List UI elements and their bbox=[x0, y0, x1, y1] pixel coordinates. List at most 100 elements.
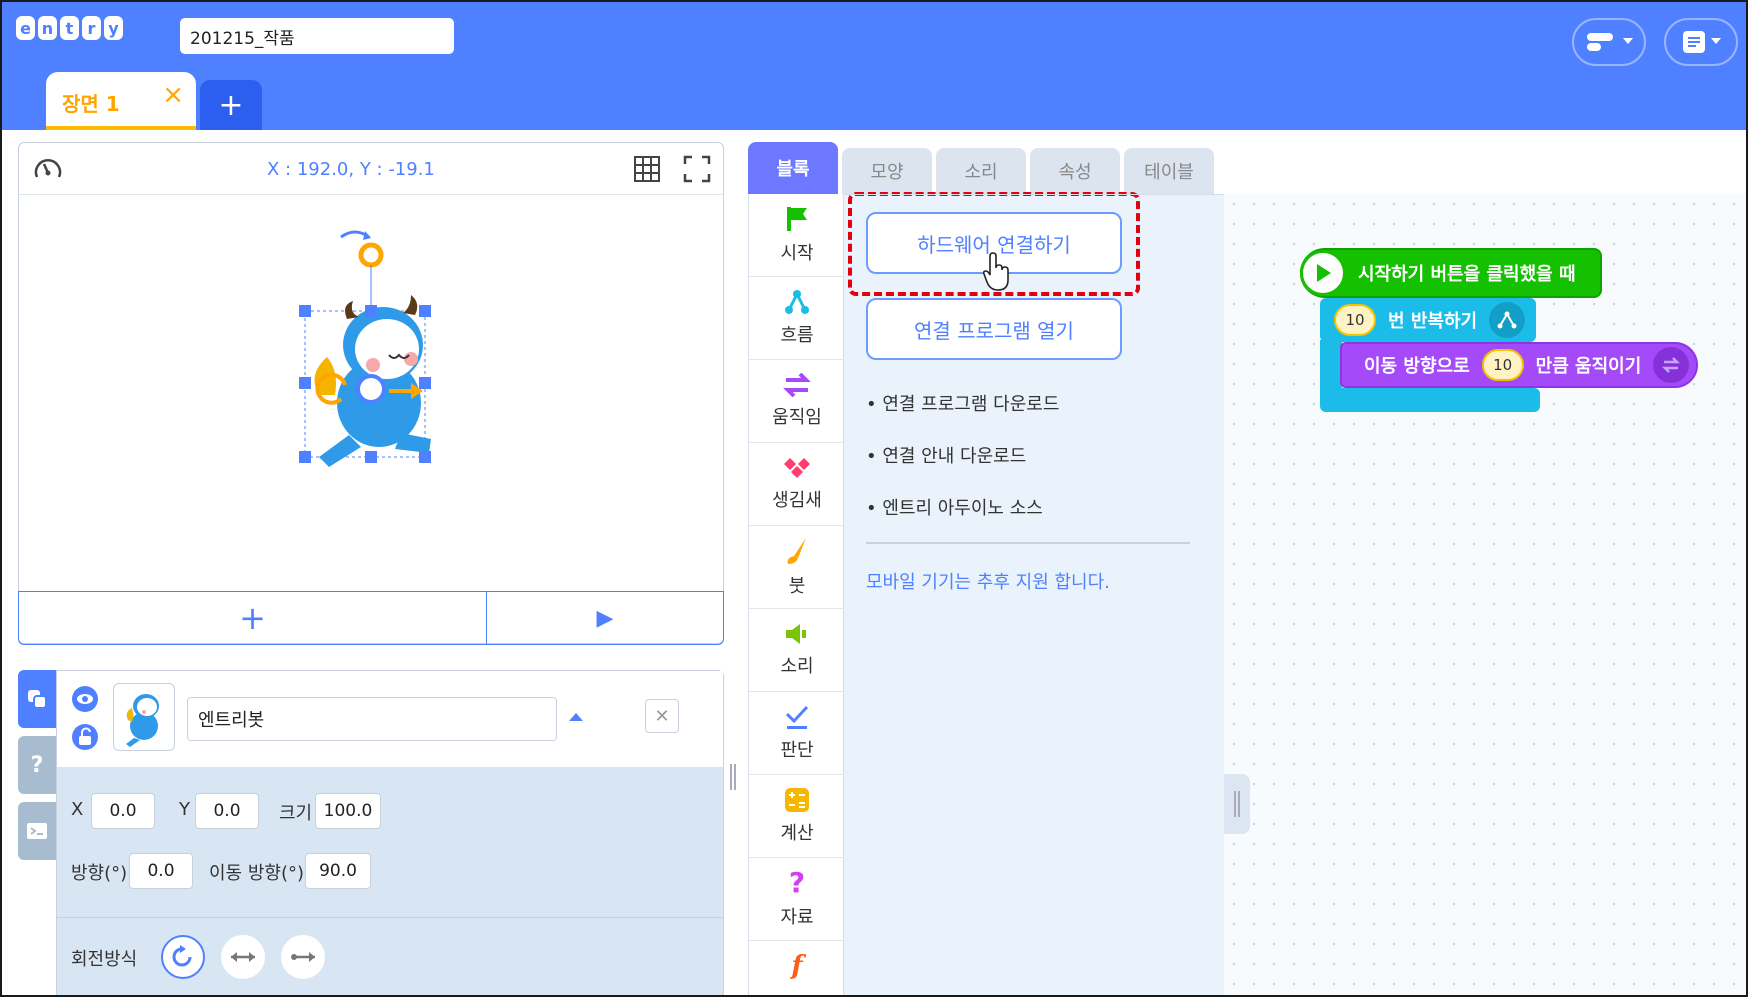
category-judgement[interactable]: 판단 bbox=[749, 692, 845, 775]
move-prefix-label: 이동 방향으로 bbox=[1364, 356, 1470, 377]
category-label: 시작 bbox=[780, 243, 814, 264]
tab-sounds[interactable]: 소리 bbox=[936, 148, 1026, 194]
repeat-label: 번 반복하기 bbox=[1388, 311, 1478, 332]
question-icon: ? bbox=[788, 866, 806, 899]
divider bbox=[57, 917, 723, 918]
delete-object-button[interactable]: ✕ bbox=[645, 699, 679, 733]
rotation-none-button[interactable] bbox=[281, 935, 325, 979]
scene-tab-label: 장면 1 bbox=[62, 92, 120, 116]
app-window: e n t r y 장면 1 × + X : 192.0, Y : -19.1 bbox=[0, 0, 1748, 997]
code-workspace[interactable]: 10 번 반복하기 이동 방향으로 10 만큼 움직이기 시작하기 버튼을 클릭… bbox=[1224, 194, 1746, 995]
move-icon bbox=[1653, 347, 1690, 383]
collapse-up-icon[interactable] bbox=[569, 711, 583, 723]
repeat-block-foot bbox=[1320, 388, 1540, 412]
category-calc[interactable]: 계산 bbox=[749, 775, 845, 858]
speed-gauge-icon[interactable] bbox=[33, 155, 63, 183]
document-menu-icon bbox=[1683, 31, 1705, 53]
category-label: 흐름 bbox=[780, 325, 814, 346]
direction-field[interactable]: 0.0 bbox=[129, 853, 193, 889]
category-label: 움직임 bbox=[772, 407, 822, 428]
scene-tab[interactable]: 장면 1 × bbox=[46, 72, 196, 130]
entrybot-thumbnail-icon bbox=[126, 694, 159, 747]
object-name-input[interactable] bbox=[187, 697, 557, 741]
hand-cursor-icon bbox=[982, 252, 1009, 291]
main-menu-button[interactable] bbox=[1664, 18, 1738, 66]
stage-canvas[interactable] bbox=[19, 195, 723, 591]
category-looks[interactable]: 생김새 bbox=[749, 443, 845, 526]
entry-logo[interactable]: e n t r y bbox=[16, 16, 123, 40]
move-direction-field[interactable]: 90.0 bbox=[305, 853, 371, 889]
repeat-count-input[interactable]: 10 bbox=[1334, 304, 1376, 336]
y-field[interactable]: 0.0 bbox=[195, 793, 259, 829]
panel-splitter-handle[interactable] bbox=[726, 762, 740, 792]
tab-help[interactable]: ? bbox=[18, 736, 56, 794]
category-flow[interactable]: 흐름 bbox=[749, 277, 845, 360]
object-header: ✕ bbox=[57, 671, 723, 767]
open-connection-program-button[interactable]: 연결 프로그램 열기 bbox=[866, 298, 1122, 360]
no-rotate-icon bbox=[291, 952, 315, 962]
unlock-icon[interactable] bbox=[71, 723, 99, 751]
grid-icon[interactable] bbox=[633, 155, 661, 183]
repeat-block[interactable]: 10 번 반복하기 bbox=[1320, 298, 1536, 342]
object-panel: ✕ X 0.0 Y 0.0 크기 100.0 방향(°) 0.0 이동 방향(°… bbox=[56, 670, 724, 995]
category-start[interactable]: 시작 bbox=[749, 194, 845, 277]
category-move[interactable]: 움직임 bbox=[749, 360, 845, 443]
category-brush[interactable]: 붓 bbox=[749, 526, 845, 609]
workspace-tabs: 블록 모양 소리 속성 테이블 bbox=[748, 142, 1214, 194]
divider bbox=[866, 542, 1190, 544]
when-start-clicked-block[interactable]: 시작하기 버튼을 클릭했을 때 bbox=[1300, 248, 1602, 298]
eye-visibility-icon[interactable] bbox=[71, 685, 99, 713]
move-count-input[interactable]: 10 bbox=[1481, 349, 1524, 381]
speaker-icon bbox=[786, 624, 806, 644]
close-scene-icon[interactable]: × bbox=[162, 80, 184, 110]
object-properties: X 0.0 Y 0.0 크기 100.0 방향(°) 0.0 이동 방향(°) … bbox=[57, 767, 723, 995]
tab-shapes[interactable]: 모양 bbox=[842, 148, 932, 194]
stage-panel: X : 192.0, Y : -19.1 + ▶ bbox=[18, 142, 724, 645]
rotation-horizontal-button[interactable] bbox=[221, 935, 265, 979]
brush-icon bbox=[787, 538, 806, 564]
object-thumbnail[interactable] bbox=[113, 683, 175, 751]
download-link[interactable]: • 연결 프로그램 다운로드 bbox=[866, 390, 1059, 416]
category-label: 생김새 bbox=[772, 490, 822, 511]
move-suffix-label: 만큼 움직이기 bbox=[1535, 356, 1642, 377]
move-direction-block[interactable]: 이동 방향으로 10 만큼 움직이기 bbox=[1340, 342, 1698, 388]
stage-controls: + ▶ bbox=[18, 591, 724, 645]
download-link[interactable]: • 엔트리 아두이노 소스 bbox=[866, 494, 1043, 520]
play-icon bbox=[1300, 250, 1346, 296]
category-function[interactable]: f bbox=[749, 941, 845, 995]
download-label: 엔트리 아두이노 소스 bbox=[882, 498, 1043, 519]
category-sound[interactable]: 소리 bbox=[749, 609, 845, 692]
caret-down-icon bbox=[1623, 38, 1633, 44]
project-title-input[interactable] bbox=[180, 18, 454, 54]
run-button[interactable]: ▶ bbox=[487, 592, 723, 644]
entrybot-sprite[interactable] bbox=[19, 195, 725, 591]
logo-letter: n bbox=[38, 16, 57, 40]
y-label: Y bbox=[179, 799, 190, 820]
tab-attributes[interactable]: 속성 bbox=[1030, 148, 1120, 194]
x-field[interactable]: 0.0 bbox=[91, 793, 155, 829]
direction-label: 방향(°) bbox=[71, 863, 128, 884]
category-label: 계산 bbox=[780, 823, 814, 844]
tab-objects[interactable] bbox=[18, 670, 56, 728]
category-label: 붓 bbox=[788, 576, 806, 597]
add-object-button[interactable]: + bbox=[19, 592, 487, 644]
size-field[interactable]: 100.0 bbox=[315, 793, 381, 829]
tab-console[interactable] bbox=[18, 802, 56, 860]
category-data[interactable]: ? 자료 bbox=[749, 858, 845, 941]
category-label: 자료 bbox=[780, 907, 814, 928]
block-mode-icon bbox=[1587, 33, 1613, 51]
move-icon bbox=[783, 373, 811, 397]
tab-blocks[interactable]: 블록 bbox=[748, 142, 838, 194]
check-icon bbox=[785, 705, 809, 729]
mode-menu-button[interactable] bbox=[1572, 18, 1646, 66]
download-link[interactable]: • 연결 안내 다운로드 bbox=[866, 442, 1026, 468]
looks-icon bbox=[784, 458, 810, 478]
workspace-splitter-handle[interactable] bbox=[1224, 774, 1250, 834]
rotation-free-button[interactable] bbox=[161, 935, 205, 979]
fullscreen-icon[interactable] bbox=[683, 155, 711, 183]
console-icon bbox=[27, 823, 47, 839]
add-scene-button[interactable]: + bbox=[200, 80, 262, 130]
hardware-block-menu: 하드웨어 연결하기 연결 프로그램 열기 • 연결 프로그램 다운로드 • 연결… bbox=[844, 192, 1224, 995]
flow-icon bbox=[785, 290, 809, 314]
tab-table[interactable]: 테이블 bbox=[1124, 148, 1214, 194]
